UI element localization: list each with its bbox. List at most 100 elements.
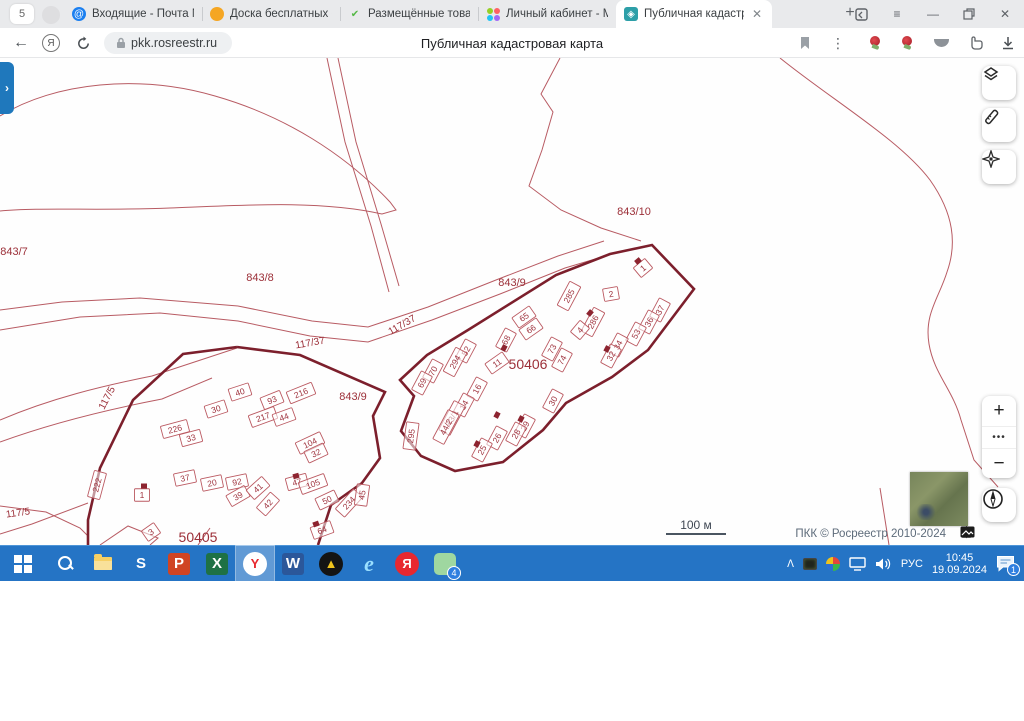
- parcel: 45: [354, 483, 370, 507]
- map-attribution: ПКК © Росреестр 2010-2024: [795, 528, 946, 540]
- browser-tab[interactable]: ✔ Размещённые товары -: [340, 0, 478, 28]
- excel-icon[interactable]: X: [198, 546, 236, 582]
- word-icon-glyph: W: [282, 552, 304, 575]
- network-icon[interactable]: [849, 557, 866, 571]
- mail-icon: @: [72, 7, 86, 21]
- zoom-level-dots[interactable]: •••: [982, 426, 1016, 448]
- parcel: 11: [484, 351, 510, 375]
- tab-label: Публичная кадастров: [644, 8, 744, 20]
- yandex-search-icon-glyph: Я: [395, 551, 419, 576]
- quarter-label: 843/10: [617, 206, 651, 218]
- parcel: 2: [602, 286, 620, 302]
- action-center-button[interactable]: 1: [996, 555, 1020, 576]
- clock[interactable]: 10:45 19.09.2024: [932, 552, 987, 576]
- bulletin-board-icon: [210, 7, 224, 21]
- screen-blank-area: [0, 581, 1024, 721]
- browser-tab[interactable]: Доска бесплатных объя: [202, 0, 340, 28]
- bookmark-flag-icon[interactable]: [794, 28, 816, 58]
- extension-rose-icon-1[interactable]: [864, 28, 886, 58]
- minimize-button[interactable]: —: [926, 7, 940, 21]
- tab-label: Входящие - Почта Mail: [92, 8, 194, 20]
- back-button[interactable]: ←: [10, 28, 32, 58]
- powerpoint-icon-glyph: P: [168, 552, 190, 575]
- collections-menu-icon[interactable]: ⋮: [828, 28, 848, 58]
- zoom-control: + ••• −: [982, 396, 1016, 478]
- scale-label: 100 м: [680, 518, 712, 532]
- start-button[interactable]: [0, 546, 46, 582]
- restore-button[interactable]: [962, 7, 976, 21]
- building-mark: [141, 483, 147, 489]
- quarter-label: 117/37: [387, 313, 419, 338]
- locate-button[interactable]: [982, 150, 1016, 184]
- tab-label: Доска бесплатных объя: [230, 8, 332, 20]
- close-window-button[interactable]: ✕: [998, 7, 1012, 21]
- browser-menu-button[interactable]: ≡: [890, 7, 904, 21]
- parcel: 285: [557, 281, 581, 311]
- excel-icon-glyph: X: [206, 552, 228, 575]
- map-canvas[interactable]: 1 2 285 286 4 37 36 53 34 32 65 66 68 73 74 52 294 11 70 69…: [0, 58, 1024, 545]
- parcel: 216: [285, 381, 317, 405]
- yandex-home-button[interactable]: Я: [38, 28, 64, 58]
- parcel-number: 45: [356, 489, 367, 500]
- tab-close-button[interactable]: ✕: [750, 7, 764, 21]
- bowl-icon: [933, 39, 949, 47]
- compass-button[interactable]: [982, 488, 1016, 522]
- file-explorer-icon[interactable]: [84, 546, 122, 582]
- volume-icon[interactable]: [875, 557, 892, 571]
- tray-chevron-icon[interactable]: ᐱ: [787, 559, 794, 570]
- powerpoint-icon[interactable]: P: [160, 546, 198, 582]
- cadastral-map-layer: 1228528643736533432656668737452294 117069…: [0, 58, 999, 545]
- parcel: 37: [173, 469, 197, 487]
- browser-tab[interactable]: ◈ Публичная кадастров ✕: [616, 0, 772, 28]
- zoom-out-button[interactable]: −: [982, 448, 1016, 478]
- parcel-number: 1: [140, 490, 145, 500]
- search-icon[interactable]: [46, 546, 84, 582]
- window-controls: ≡ — ✕: [854, 0, 1018, 28]
- browser-toolbar: ← Я pkk.rosreestr.ru Публичная кадастров…: [0, 28, 1024, 58]
- skype-icon-glyph: S: [135, 555, 146, 572]
- quarter-label: 843/7: [0, 246, 28, 258]
- parcel-number: 295: [405, 428, 417, 444]
- black-circle-app-icon-glyph: ▲: [319, 551, 343, 576]
- zoom-in-button[interactable]: +: [982, 396, 1016, 426]
- date-text: 19.09.2024: [931, 564, 987, 576]
- tab-counter-button[interactable]: 5: [10, 4, 34, 24]
- building-mark: [493, 411, 501, 419]
- address-bar[interactable]: pkk.rosreestr.ru: [104, 32, 232, 54]
- black-circle-app-icon[interactable]: ▲: [312, 546, 350, 582]
- browser-tab[interactable]: Личный кабинет - Мои о: [478, 0, 616, 28]
- skype-icon[interactable]: S: [122, 546, 160, 582]
- measure-button[interactable]: [982, 108, 1016, 142]
- word-icon[interactable]: W: [274, 546, 312, 582]
- tray-pinwheel-icon[interactable]: [825, 557, 840, 571]
- parcel: 222: [87, 470, 107, 500]
- quarter-label: 843/8: [246, 272, 274, 284]
- layers-button[interactable]: [982, 66, 1016, 100]
- layers-icon: [983, 67, 999, 81]
- extension-bowl-icon[interactable]: [930, 28, 952, 58]
- extension-hand-icon[interactable]: [964, 28, 988, 58]
- search-panel-toggle[interactable]: ›: [0, 62, 14, 114]
- download-icon[interactable]: [996, 28, 1020, 58]
- minimap-thumbnail[interactable]: [910, 472, 968, 526]
- browser-tab[interactable]: @ Входящие - Почта Mail: [64, 0, 202, 28]
- scale-line: [666, 533, 726, 535]
- refresh-button[interactable]: [70, 28, 96, 58]
- internet-explorer-icon[interactable]: e: [350, 546, 388, 582]
- compass-icon: [983, 489, 1003, 509]
- scale-bar: 100 м: [666, 518, 726, 535]
- yandex-search-icon[interactable]: Я: [388, 546, 426, 582]
- language-indicator[interactable]: РУС: [901, 558, 923, 570]
- image-icon[interactable]: [960, 526, 975, 538]
- parcel: 1: [134, 488, 150, 502]
- parcel: 294: [443, 347, 467, 377]
- quarter-label: 117/5: [97, 385, 118, 412]
- screen: 5 @ Входящие - Почта Mail Доска бесплатных…: [0, 0, 1024, 721]
- extension-rose-icon-2[interactable]: [896, 28, 918, 58]
- system-tray: ᐱ РУС 10:45 19.09.2024 1: [787, 546, 1024, 582]
- quarter-label: 117/5: [5, 506, 31, 520]
- green-app-icon[interactable]: 4: [426, 546, 464, 582]
- yandex-browser-icon[interactable]: Y: [235, 544, 275, 583]
- side-panel-icon[interactable]: [854, 7, 868, 21]
- tray-app-icon[interactable]: [802, 558, 817, 570]
